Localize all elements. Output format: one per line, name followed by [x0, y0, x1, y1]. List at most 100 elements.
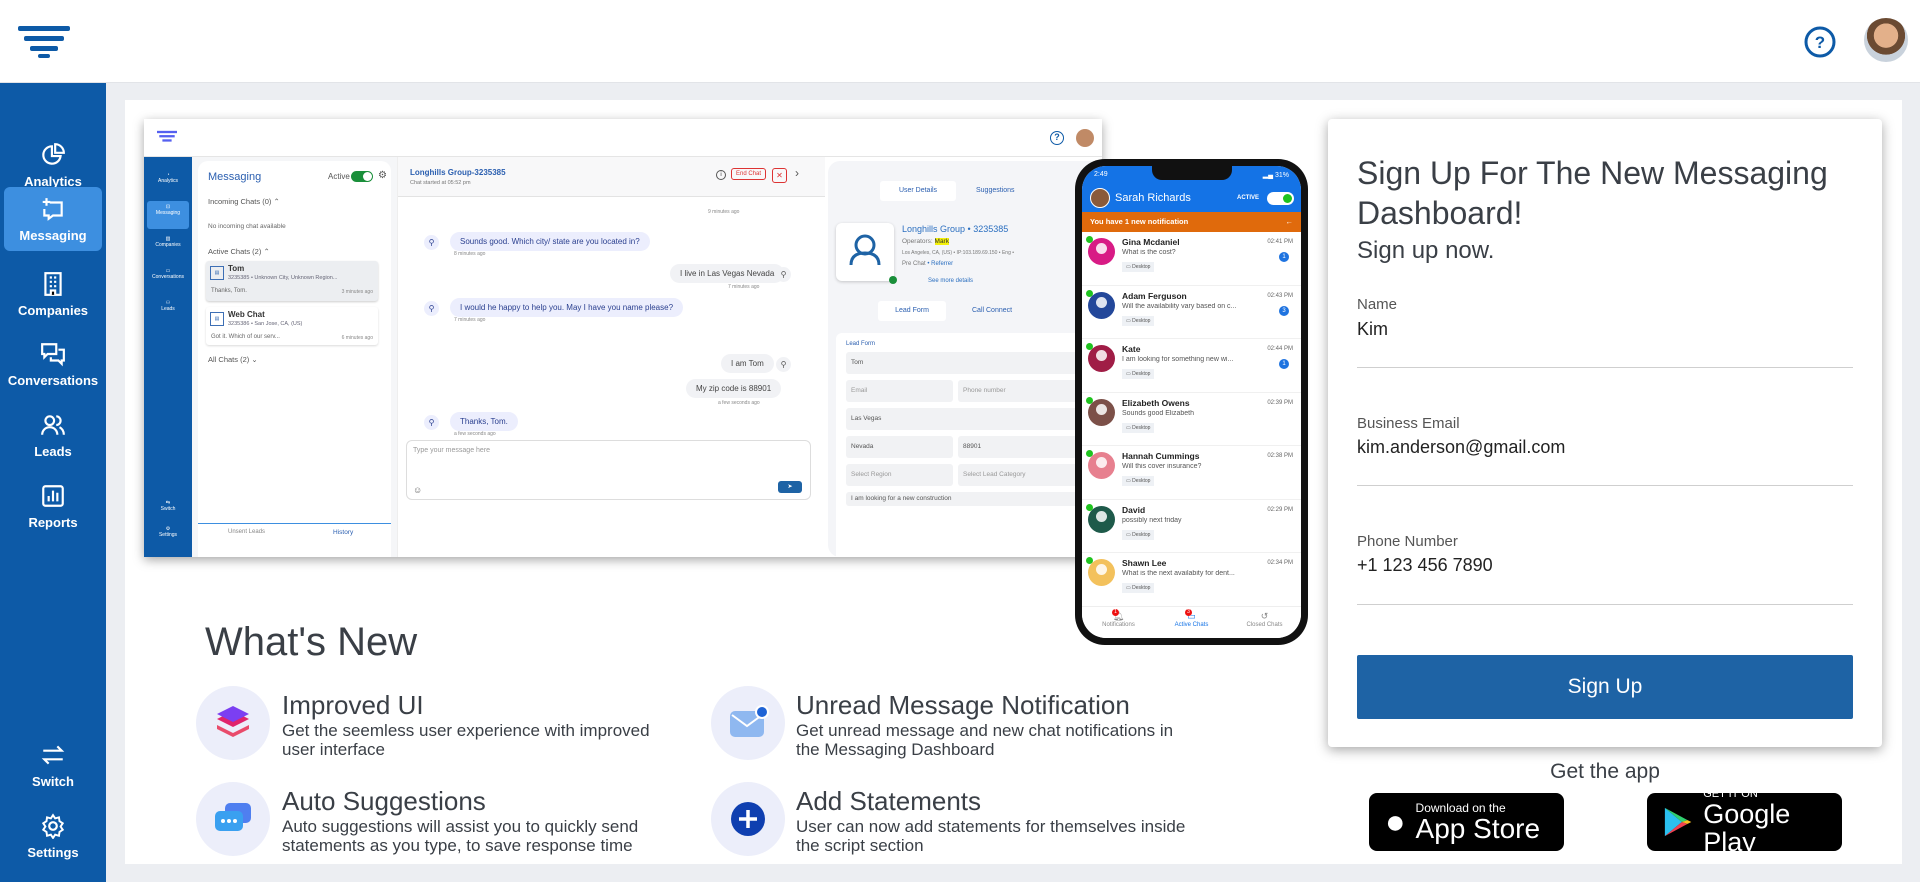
preview-topbar: ? [144, 119, 1102, 157]
bar-chart-icon [42, 484, 64, 507]
online-dot [1086, 557, 1093, 564]
device-tag: ▭ Desktop [1122, 476, 1155, 486]
preview-chat-list: Messaging Active ⚙ Incoming Chats (0) ⌃ … [192, 157, 397, 557]
dashboard-preview: ? ◔ Analytics ⊡ Messaging ▥ Companies ▭ Conv… [144, 119, 1102, 557]
device-tag: ▭ Desktop [1122, 583, 1155, 593]
user-icon [849, 234, 881, 266]
phone-tab-bar: 🔔︎ Notifications 1 ▭ Active Chats 3 ↺ Closed … [1082, 606, 1301, 638]
unsent-leads-tab: Unsent Leads [228, 529, 266, 535]
contact-avatar [1088, 238, 1115, 265]
online-dot [1086, 396, 1093, 404]
emoji-icon: ☺ [413, 485, 423, 495]
chat-title: Longhills Group-3235385 [410, 168, 506, 177]
app-store-button[interactable]: ● Download on the App Store [1369, 793, 1564, 851]
sidebar-item-leads[interactable]: Leads [4, 403, 102, 467]
sidebar-label: Conversations [7, 372, 99, 388]
user-icon: ⚲ [776, 267, 791, 282]
message-bubble: My zip code is 88901 [686, 379, 782, 398]
phone-chat-item[interactable]: David possibly next friday ▭ Desktop 02:2… [1082, 500, 1301, 553]
preview-nav-item: ⇆ Switch [160, 500, 176, 512]
tab-active-chats: ▭ Active Chats 3 [1174, 609, 1209, 628]
avatar [1076, 129, 1094, 147]
phone-chat-item[interactable]: Kate I am looking for something new wi...… [1082, 339, 1301, 393]
google-play-icon [1664, 807, 1692, 837]
phone-label: Phone Number [1357, 533, 1458, 550]
feature-title: Improved UI [282, 690, 424, 720]
mail-notification-icon [711, 686, 785, 760]
sidebar-label: Companies [17, 302, 89, 318]
chevron-right-icon: › [795, 166, 799, 180]
no-incoming-text: No incoming chat available [208, 223, 286, 230]
preview-nav-item: ▭ Conversations [152, 268, 184, 280]
sidebar-item-messaging[interactable]: Messaging [4, 187, 102, 251]
phone-chat-item[interactable]: Adam Ferguson Will the availability vary … [1082, 286, 1301, 339]
history-tab: History [333, 529, 354, 536]
sidebar-item-settings[interactable]: Settings [4, 804, 102, 868]
phone-chat-item[interactable]: Hannah Cummings Will this cover insurance… [1082, 446, 1301, 500]
sidebar-item-reports[interactable]: Reports [4, 474, 102, 538]
phone-chat-item[interactable]: Gina Mcdaniel What is the cost? ▭ Desktop… [1082, 232, 1301, 286]
top-bar: ? [0, 0, 1920, 83]
preview-user-details: User Details Suggestions Longhills Group… [828, 161, 1102, 557]
send-icon: ➤ [778, 481, 802, 493]
name-field[interactable]: Kim [1357, 319, 1388, 340]
active-label: Active [328, 172, 350, 181]
contact-avatar [1088, 559, 1115, 586]
end-chat-button: End Chat [731, 168, 767, 180]
logo-icon [157, 130, 177, 142]
online-dot [1086, 503, 1093, 511]
phone-chat-list: Gina Mcdaniel What is the cost? ▭ Desktop… [1082, 232, 1301, 607]
feature-description: Auto suggestions will assist you to quic… [282, 817, 639, 855]
avatar [1090, 188, 1110, 208]
device-tag: ▭ Desktop [1122, 369, 1155, 379]
tab-notifications: 🔔︎ Notifications 1 [1102, 609, 1135, 628]
online-dot [1086, 450, 1093, 457]
switch-arrows-icon [41, 745, 65, 764]
help-icon[interactable]: ? [1803, 25, 1837, 59]
sidebar-item-switch[interactable]: Switch [4, 733, 102, 797]
logo-icon[interactable] [18, 24, 70, 60]
sign-up-button[interactable]: Sign Up [1357, 655, 1853, 719]
phone-header: 2:49 ▂▄ 31% Sarah Richards ACTIVE You ha… [1082, 166, 1301, 232]
signup-title: Sign Up For The New Messaging Dashboard! [1357, 155, 1828, 231]
user-icon: ⚲ [424, 301, 439, 316]
pie-chart-icon [42, 142, 65, 165]
name-label: Name [1357, 296, 1398, 313]
message-bubble: I am Tom [721, 354, 774, 373]
phone-preview: 2:49 ▂▄ 31% Sarah Richards ACTIVE You ha… [1075, 159, 1308, 645]
close-icon: ✕ [772, 168, 787, 183]
contact-avatar [1088, 452, 1115, 479]
feature-title: Auto Suggestions [282, 786, 486, 816]
message-bubble: Sounds good. Which city/ state are you l… [450, 232, 650, 251]
online-dot [1086, 289, 1093, 297]
gear-icon: ⚙ [378, 170, 387, 181]
email-field[interactable]: kim.anderson@gmail.com [1357, 437, 1565, 458]
chat-subtitle: Chat started at 05:52 pm [410, 180, 471, 186]
unread-badge: 1 [1279, 252, 1289, 262]
preview-nav-item: ⊡ Messaging [147, 201, 189, 229]
sidebar-item-companies[interactable]: Companies [4, 262, 102, 326]
phone-chat-item[interactable]: Elizabeth Owens Sounds good Elizabeth ▭ D… [1082, 393, 1301, 446]
layers-icon [196, 686, 270, 760]
google-play-button[interactable]: GET IT ON Google Play [1647, 788, 1842, 856]
device-tag: ▭ Desktop [1122, 529, 1155, 540]
sidebar-label: Leads [34, 443, 72, 459]
avatar[interactable] [1864, 18, 1908, 62]
chat-icon: ▤ [210, 312, 224, 326]
phone-field[interactable]: +1 123 456 7890 [1357, 555, 1493, 576]
signup-subtitle: Sign up now. [1357, 237, 1495, 264]
chat-icon: ▤ [210, 266, 224, 280]
phone-chat-item[interactable]: Shawn Lee What is the next availabity for… [1082, 553, 1301, 607]
sidebar: Analytics Messaging Companies Conversati… [0, 83, 106, 882]
gear-icon [41, 812, 65, 839]
sidebar-item-conversations[interactable]: Conversations [4, 332, 102, 396]
device-tag: ▭ Desktop [1122, 262, 1155, 272]
user-avatar-placeholder [836, 223, 897, 284]
notification-banner: You have 1 new notification ← [1082, 212, 1301, 232]
info-icon: i [716, 170, 726, 180]
plus-circle-icon [711, 782, 785, 856]
preview-chat-window: Longhills Group-3235385 Chat started at … [397, 157, 825, 557]
apple-icon: ● [1385, 802, 1406, 841]
active-toggle [1267, 192, 1294, 205]
device-tag: ▭ Desktop [1122, 422, 1155, 433]
